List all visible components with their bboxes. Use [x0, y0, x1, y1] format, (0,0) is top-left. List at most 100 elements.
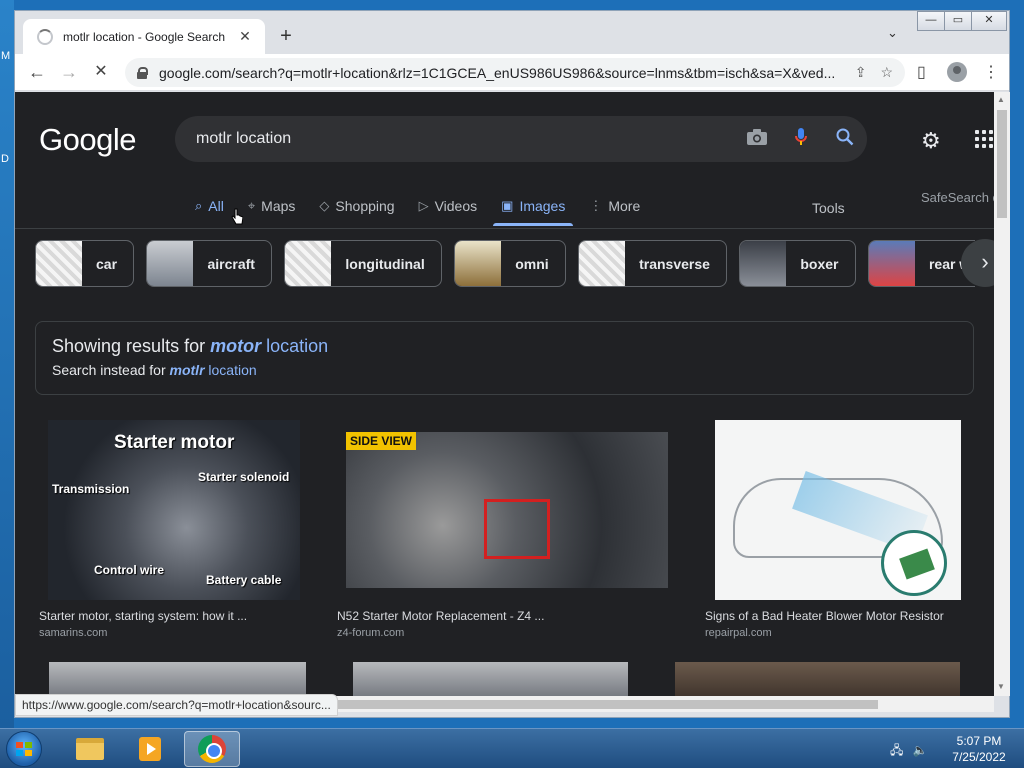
- back-button[interactable]: ←: [23, 59, 51, 87]
- chip-thumbnail: [740, 241, 787, 286]
- vertical-scrollbar[interactable]: ▲ ▼: [994, 92, 1010, 696]
- chip-transverse[interactable]: transverse: [578, 240, 727, 287]
- result-source: z4-forum.com: [337, 627, 405, 639]
- highlight-box: [484, 499, 550, 559]
- side-panel-icon[interactable]: ▯: [917, 62, 926, 82]
- image-text: Transmission: [52, 482, 130, 496]
- stop-loading-button[interactable]: ✕: [87, 59, 115, 87]
- result-image[interactable]: SIDE VIEW: [346, 432, 668, 588]
- chip-label: omni: [515, 255, 549, 272]
- tab-label: Maps: [261, 198, 296, 214]
- tab-videos[interactable]: ▷ Videos: [419, 188, 478, 224]
- image-text: Starter solenoid: [198, 470, 290, 484]
- tab-label: More: [608, 198, 641, 214]
- tab-label: All: [208, 198, 224, 214]
- result-image[interactable]: [715, 420, 961, 600]
- corrected-query-link[interactable]: motor location: [210, 336, 328, 356]
- tab-search-chevron-icon[interactable]: ⌄: [887, 25, 898, 41]
- search-nav-tabs: ⌕ All ⌖ Maps ◇ Shopping ▷ Videos ▣ Image…: [195, 188, 664, 226]
- tab-all[interactable]: ⌕ All: [195, 188, 224, 224]
- taskbar-chrome[interactable]: [184, 731, 240, 767]
- loading-spinner-icon: [37, 28, 53, 45]
- desktop-edge: M D: [0, 0, 14, 728]
- chip-car[interactable]: car: [35, 240, 135, 287]
- play-icon: ▷: [418, 198, 429, 213]
- chrome-icon: [198, 735, 226, 763]
- tab-title: motlr location - Google Search: [63, 29, 226, 44]
- clock-time: 5:07 PM: [956, 734, 1002, 748]
- network-icon[interactable]: 🖧: [890, 743, 903, 757]
- forward-button[interactable]: →: [55, 59, 83, 87]
- new-tab-button[interactable]: +: [274, 25, 298, 49]
- lock-icon[interactable]: [137, 66, 148, 79]
- share-icon[interactable]: ⇪: [855, 64, 867, 81]
- profile-avatar[interactable]: [947, 62, 967, 82]
- showing-prefix: Showing results for: [52, 336, 206, 356]
- result-caption[interactable]: Signs of a Bad Heater Blower Motor Resis…: [705, 609, 944, 623]
- chip-thumbnail: [868, 241, 915, 286]
- original-query-link[interactable]: motlr location: [170, 362, 257, 378]
- taskbar-explorer[interactable]: [62, 731, 118, 767]
- scroll-up-icon[interactable]: ▲: [997, 95, 1005, 104]
- dots-vertical-icon: ⋮: [589, 198, 603, 213]
- microphone-icon[interactable]: [779, 127, 823, 152]
- clock-date: 7/25/2022: [952, 750, 1006, 764]
- image-text: Starter motor: [114, 432, 235, 453]
- chip-label: aircraft: [207, 255, 255, 272]
- chip-thumbnail: [285, 241, 332, 286]
- tab-close-icon[interactable]: ✕: [237, 28, 253, 45]
- search-icon[interactable]: [823, 128, 867, 151]
- scroll-down-icon[interactable]: ▼: [997, 682, 1005, 691]
- chip-thumbnail: [36, 241, 82, 286]
- search-instead-line: Search instead for motlr location: [52, 362, 957, 378]
- address-bar[interactable]: google.com/search?q=motlr+location&rlz=1…: [125, 58, 905, 87]
- google-logo[interactable]: Google: [39, 122, 136, 158]
- windows-logo-icon: [16, 742, 32, 756]
- image-icon: ▣: [501, 198, 514, 213]
- chip-boxer[interactable]: boxer: [739, 240, 856, 287]
- tab-maps[interactable]: ⌖ Maps: [248, 188, 296, 224]
- page-content: Google ⚙ ⌕ All ⌖ Maps: [15, 92, 994, 696]
- search-input[interactable]: [196, 130, 735, 148]
- chip-label: transverse: [639, 255, 710, 272]
- restore-button[interactable]: ▭: [944, 11, 972, 31]
- start-button[interactable]: [6, 731, 42, 767]
- chip-aircraft[interactable]: aircraft: [146, 240, 272, 287]
- result-image[interactable]: [675, 662, 960, 696]
- tab-more[interactable]: ⋮ More: [589, 188, 640, 224]
- taskbar: 🖧 🔈 5:07 PM 7/25/2022: [0, 728, 1024, 768]
- bookmark-star-icon[interactable]: ☆: [880, 64, 893, 81]
- camera-icon[interactable]: [735, 128, 779, 151]
- taskbar-clock[interactable]: 5:07 PM 7/25/2022: [944, 733, 1014, 765]
- tab-shopping[interactable]: ◇ Shopping: [319, 188, 394, 224]
- chip-omni[interactable]: omni: [454, 240, 566, 287]
- chip-rear-wheel[interactable]: rear wheel d: [867, 240, 975, 287]
- minimize-button[interactable]: —: [917, 11, 945, 31]
- result-caption[interactable]: Starter motor, starting system: how it .…: [39, 609, 247, 623]
- chip-label: boxer: [800, 255, 839, 272]
- result-caption[interactable]: N52 Starter Motor Replacement - Z4 ...: [337, 609, 544, 623]
- apps-grid-icon[interactable]: [975, 130, 993, 148]
- system-tray: 🖧 🔈: [890, 741, 928, 762]
- result-image[interactable]: [49, 662, 306, 696]
- taskbar-media-player[interactable]: [122, 731, 178, 767]
- close-window-button[interactable]: ✕: [971, 11, 1007, 31]
- chip-longitudinal[interactable]: longitudinal: [284, 240, 442, 287]
- tab-images[interactable]: ▣ Images: [493, 188, 574, 226]
- scroll-thumb[interactable]: [997, 110, 1007, 218]
- zoom-circle: [881, 530, 947, 596]
- browser-tab[interactable]: motlr location - Google Search ✕: [23, 19, 265, 54]
- search-box[interactable]: [175, 116, 867, 162]
- safesearch-button[interactable]: SafeSearch o: [921, 190, 994, 205]
- settings-gear-icon[interactable]: ⚙: [921, 128, 941, 154]
- folder-icon: [76, 738, 104, 760]
- browser-window: motlr location - Google Search ✕ + ⌄ — ▭…: [14, 10, 1010, 718]
- corrected-rest: location: [266, 336, 329, 356]
- tools-button[interactable]: Tools: [812, 200, 845, 216]
- address-url[interactable]: google.com/search?q=motlr+location&rlz=1…: [159, 65, 841, 81]
- original-rest: location: [208, 362, 257, 378]
- volume-icon[interactable]: 🔈: [913, 743, 928, 757]
- result-image[interactable]: Starter motor Transmission Starter solen…: [48, 420, 300, 600]
- menu-dots-icon[interactable]: ⋮: [983, 62, 999, 82]
- result-image[interactable]: [353, 662, 628, 696]
